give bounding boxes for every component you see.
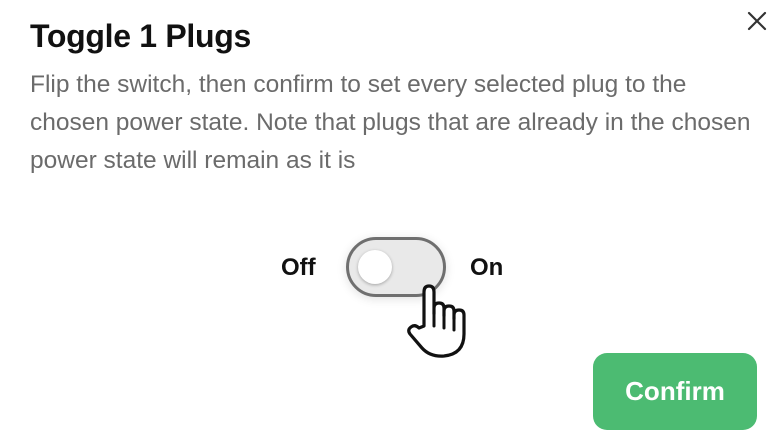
switch-knob[interactable] xyxy=(358,250,392,284)
toggle-plugs-dialog: Toggle 1 Plugs Flip the switch, then con… xyxy=(0,0,784,442)
close-button[interactable] xyxy=(742,6,772,36)
dialog-title: Toggle 1 Plugs xyxy=(30,18,252,54)
dialog-description: Flip the switch, then confirm to set eve… xyxy=(30,71,751,174)
switch-off-label: Off xyxy=(281,254,316,281)
pointing-hand-icon xyxy=(407,284,466,358)
close-icon xyxy=(747,11,767,31)
confirm-button[interactable]: Confirm xyxy=(593,353,757,430)
